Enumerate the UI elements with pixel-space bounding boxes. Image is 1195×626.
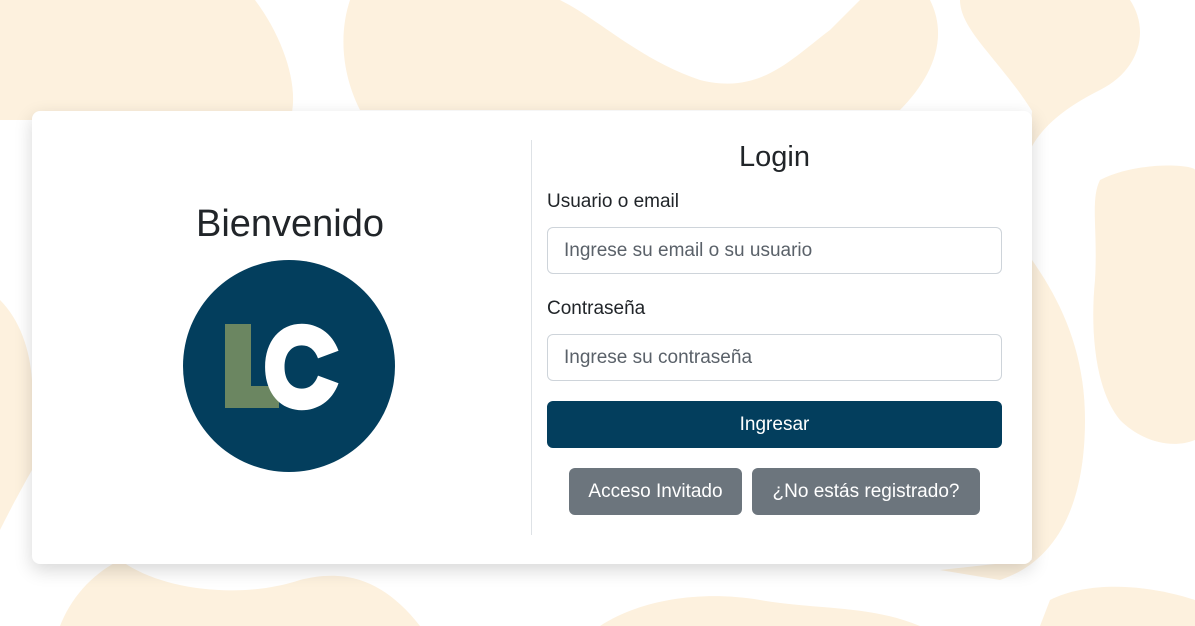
lc-logo [183,260,395,472]
login-card: Bienvenido Login Usuario o email Contras… [32,111,1032,564]
login-form: Login Usuario o email Contraseña Ingresa… [547,111,1002,564]
panel-divider [531,140,532,535]
user-label: Usuario o email [547,191,679,212]
login-title: Login [739,141,810,173]
password-label: Contraseña [547,298,646,319]
login-submit-button[interactable]: Ingresar [547,401,1002,448]
welcome-panel: Bienvenido [32,111,531,564]
logo-circle [183,260,395,472]
password-input[interactable] [547,334,1002,381]
register-button[interactable]: ¿No estás registrado? [752,468,980,515]
user-input[interactable] [547,227,1002,274]
welcome-title: Bienvenido [195,203,385,245]
guest-access-button[interactable]: Acceso Invitado [569,468,742,515]
